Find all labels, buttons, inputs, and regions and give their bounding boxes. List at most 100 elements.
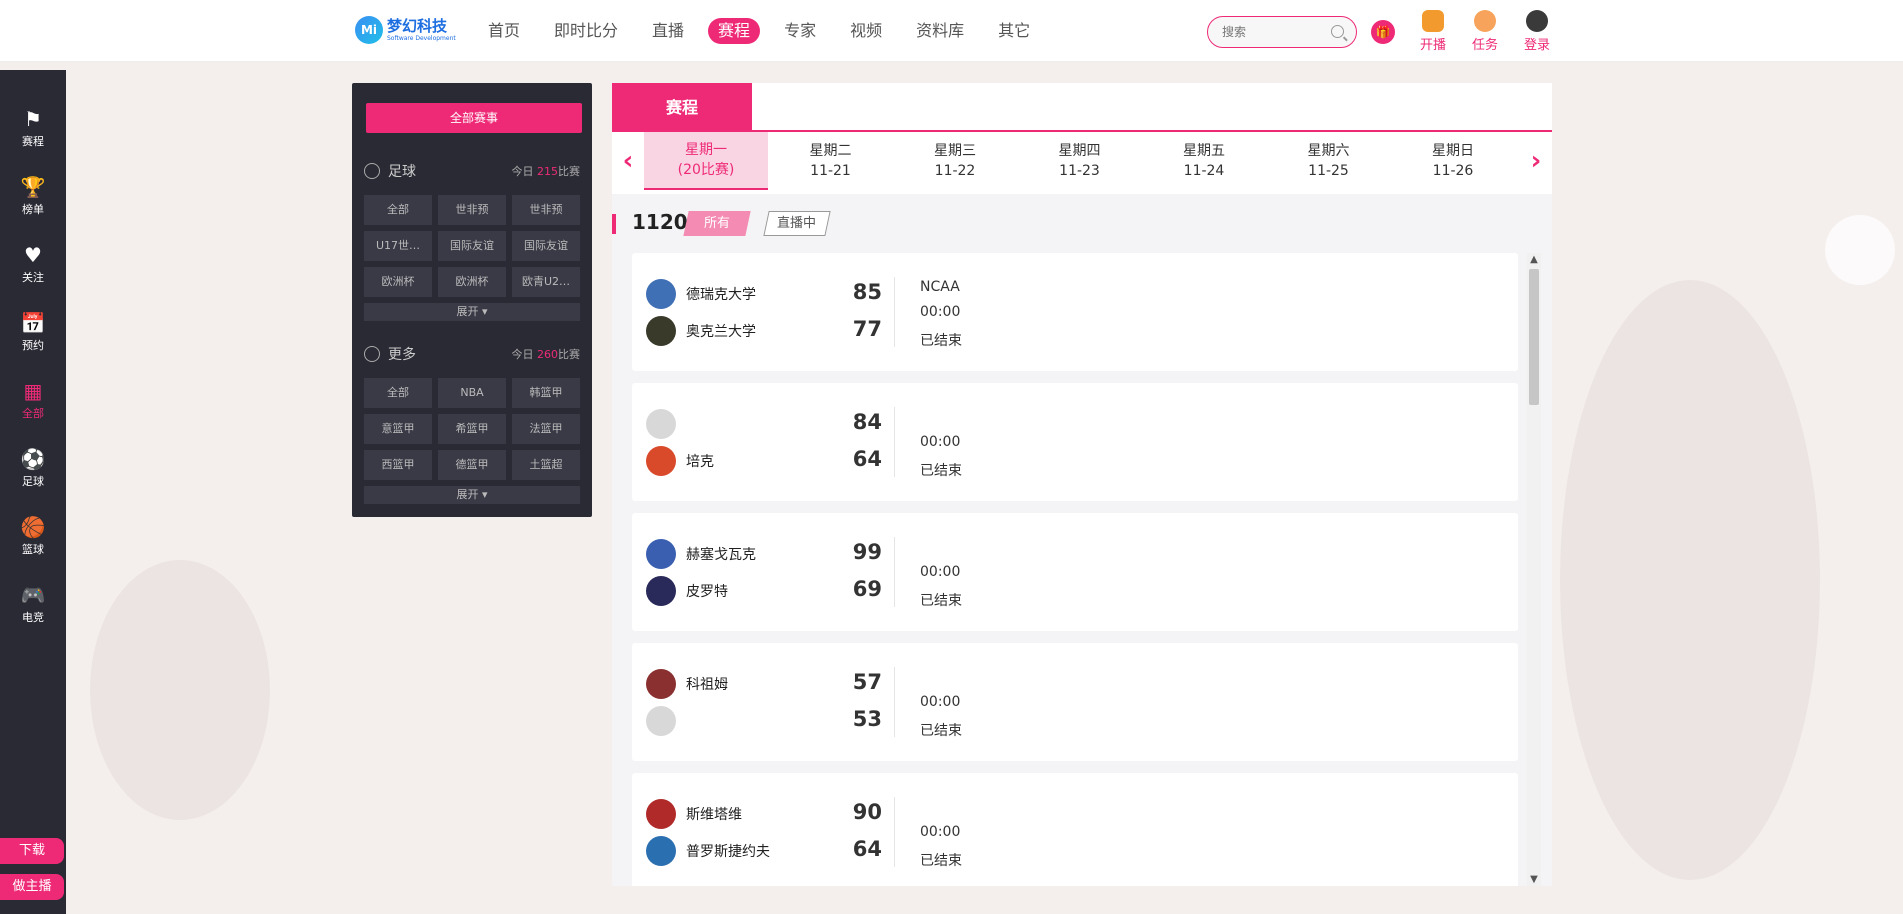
- task-icon: [1474, 10, 1496, 32]
- nav-item-3[interactable]: 赛程: [708, 18, 761, 44]
- nav-item-5[interactable]: 视频: [840, 18, 892, 44]
- logo[interactable]: Mi 梦幻科技 Software Development: [355, 16, 456, 44]
- team-name: 斯维塔维: [686, 807, 742, 823]
- sidebar-item-label: 榜单: [22, 202, 44, 216]
- scroll-thumb[interactable]: [1529, 269, 1539, 405]
- league-chip[interactable]: 土篮超: [512, 450, 580, 480]
- day-tab-3[interactable]: 星期四 11-23: [1018, 132, 1142, 190]
- accent-bar: [612, 214, 616, 234]
- nav-item-2[interactable]: 直播: [642, 18, 694, 44]
- chevron-left-icon[interactable]: ‹: [616, 146, 640, 176]
- nav-item-0[interactable]: 首页: [478, 18, 530, 44]
- today-count: 今日 215比赛: [512, 163, 581, 179]
- away-team[interactable]: 皮罗特: [646, 576, 728, 606]
- home-team[interactable]: 德瑞克大学: [646, 279, 756, 309]
- day-tab-5[interactable]: 星期六 11-25: [1267, 132, 1391, 190]
- tab-schedule[interactable]: 赛程: [612, 83, 752, 132]
- league-chip[interactable]: NBA: [438, 378, 506, 408]
- league-chip[interactable]: 欧青U2…: [512, 267, 580, 297]
- sidebar-item-3[interactable]: 📅 预约: [0, 304, 66, 360]
- day-tab-4[interactable]: 星期五 11-24: [1142, 132, 1266, 190]
- nav-item-6[interactable]: 资料库: [906, 18, 974, 44]
- card-divider: [894, 667, 895, 737]
- match-list: 德瑞克大学 奥克兰大学 85 77 NCAA 00:00 已结束 培克 84 64 00:00 已结束…: [632, 253, 1518, 886]
- date-filter-row: 1120 所有 直播中: [612, 208, 1552, 238]
- sidebar-item-7[interactable]: 🎮 电竞: [0, 576, 66, 632]
- task-button[interactable]: 任务: [1472, 10, 1498, 53]
- home-team[interactable]: 赫塞戈瓦克: [646, 539, 756, 569]
- become-streamer-button[interactable]: 做主播: [0, 874, 64, 900]
- home-team[interactable]: 科祖姆: [646, 669, 728, 699]
- league-chip[interactable]: 全部: [364, 195, 432, 225]
- league-chip[interactable]: 全部: [364, 378, 432, 408]
- match-list-scrollbar[interactable]: ▲ ▼: [1527, 253, 1541, 886]
- league-chip[interactable]: 韩篮甲: [512, 378, 580, 408]
- sidebar-item-6[interactable]: 🏀 篮球: [0, 508, 66, 564]
- day-name: 星期日: [1432, 143, 1474, 159]
- day-tab-6[interactable]: 星期日 11-26: [1391, 132, 1515, 190]
- nav-item-4[interactable]: 专家: [774, 18, 826, 44]
- match-card[interactable]: 赫塞戈瓦克 皮罗特 99 69 00:00 已结束: [632, 513, 1518, 631]
- all-events-button[interactable]: 全部赛事: [366, 103, 582, 133]
- sidebar-item-1[interactable]: 🏆 榜单: [0, 168, 66, 224]
- league-chip[interactable]: 欧洲杯: [438, 267, 506, 297]
- league-chip[interactable]: 世非预: [438, 195, 506, 225]
- basketball-icon: [364, 346, 380, 362]
- match-card[interactable]: 培克 84 64 00:00 已结束: [632, 383, 1518, 501]
- day-tab-2[interactable]: 星期三 11-22: [893, 132, 1017, 190]
- gift-icon[interactable]: 🎁: [1371, 20, 1395, 44]
- league-chip[interactable]: 意篮甲: [364, 414, 432, 444]
- day-tab-0[interactable]: 星期一 (20比赛): [644, 132, 768, 190]
- football-expand-button[interactable]: 展开 ▾: [364, 303, 580, 321]
- day-name: 星期二: [809, 143, 852, 159]
- match-status: 已结束: [920, 463, 962, 479]
- home-team[interactable]: [646, 409, 686, 439]
- scroll-up-icon[interactable]: ▲: [1527, 254, 1541, 265]
- search-box[interactable]: [1207, 16, 1357, 48]
- sidebar-item-4[interactable]: ▦ 全部: [0, 372, 66, 428]
- league-chip[interactable]: 欧洲杯: [364, 267, 432, 297]
- filter-all-label: 所有: [703, 216, 730, 231]
- home-team[interactable]: 斯维塔维: [646, 799, 742, 829]
- sidebar-item-2[interactable]: ♥ 关注: [0, 236, 66, 292]
- league-chip[interactable]: 国际友谊: [512, 231, 580, 261]
- day-tab-1[interactable]: 星期二 11-21: [769, 132, 893, 190]
- league-chip[interactable]: 国际友谊: [438, 231, 506, 261]
- league-chip[interactable]: U17世…: [364, 231, 432, 261]
- away-score: 53: [852, 707, 882, 731]
- nav-item-7[interactable]: 其它: [988, 18, 1040, 44]
- team-crest-icon: [646, 539, 676, 569]
- away-score: 69: [852, 577, 882, 601]
- match-status: 已结束: [920, 333, 962, 349]
- filter-live-button[interactable]: 直播中: [763, 211, 831, 236]
- nav-item-1[interactable]: 即时比分: [544, 18, 628, 44]
- flag-icon: ⚑: [24, 106, 42, 131]
- start-stream-button[interactable]: 开播: [1420, 10, 1446, 53]
- gamepad-icon: 🎮: [20, 582, 46, 607]
- search-input[interactable]: [1222, 17, 1332, 47]
- sidebar-item-5[interactable]: ⚽ 足球: [0, 440, 66, 496]
- current-date: 1120: [632, 210, 688, 234]
- league-chip[interactable]: 德篮甲: [438, 450, 506, 480]
- away-team[interactable]: 培克: [646, 446, 714, 476]
- match-card[interactable]: 斯维塔维 普罗斯捷约夫 90 64 00:00 已结束: [632, 773, 1518, 886]
- filter-all-button[interactable]: 所有: [683, 211, 751, 236]
- more-expand-button[interactable]: 展开 ▾: [364, 486, 580, 504]
- match-card[interactable]: 科祖姆 57 53 00:00 已结束: [632, 643, 1518, 761]
- away-team[interactable]: [646, 706, 686, 736]
- login-button[interactable]: 登录: [1524, 10, 1550, 53]
- scroll-down-icon[interactable]: ▼: [1527, 874, 1541, 885]
- team-name: 赫塞戈瓦克: [686, 547, 756, 563]
- search-icon[interactable]: [1331, 25, 1344, 38]
- league-chip[interactable]: 希篮甲: [438, 414, 506, 444]
- download-button[interactable]: 下载: [0, 838, 64, 864]
- away-team[interactable]: 奥克兰大学: [646, 316, 756, 346]
- match-card[interactable]: 德瑞克大学 奥克兰大学 85 77 NCAA 00:00 已结束: [632, 253, 1518, 371]
- sidebar-item-0[interactable]: ⚑ 赛程: [0, 100, 66, 156]
- league-chip[interactable]: 法篮甲: [512, 414, 580, 444]
- league-chip[interactable]: 世非预: [512, 195, 580, 225]
- chevron-right-icon[interactable]: ›: [1524, 146, 1548, 176]
- away-team[interactable]: 普罗斯捷约夫: [646, 836, 770, 866]
- league-chip[interactable]: 西篮甲: [364, 450, 432, 480]
- week-selector: ‹ › 星期一 (20比赛) 星期二 11-21 星期三 11-22 星期四 11-23 星期五…: [612, 132, 1552, 194]
